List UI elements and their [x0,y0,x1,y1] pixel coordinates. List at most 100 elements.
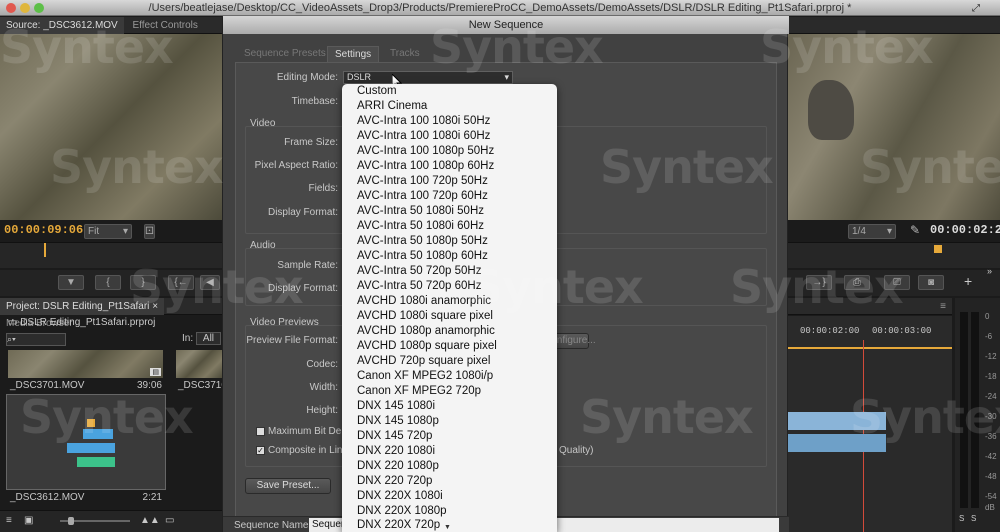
lift-button[interactable]: ⎙ [844,275,870,290]
dropdown-option[interactable]: DNX 145 1080p [357,414,439,429]
clip-type-icon: ▤ [150,368,161,376]
dropdown-option[interactable]: AVC-Intra 50 1080p 60Hz [357,249,488,264]
add-marker-button[interactable]: ▼ [58,275,84,290]
list-view-icon[interactable]: ≡ [6,515,12,526]
slider-handle[interactable] [68,517,74,525]
audio-clip[interactable] [788,434,886,452]
program-timecode[interactable]: 00:00:02:21 [930,223,1000,237]
more-icon[interactable]: » [987,266,992,276]
audio-display-format-label: Display Format: [267,283,338,294]
solo-button[interactable]: S [959,514,964,523]
codec-label: Codec: [306,359,338,370]
icon-view-icon[interactable]: ▣ [24,515,33,526]
max-bit-depth-checkbox[interactable] [256,427,265,436]
clip-item[interactable]: _DSC3612.MOV 2:21 [10,492,162,503]
dropdown-option[interactable]: AVC-Intra 100 1080p 60Hz [357,159,494,174]
clip-thumbnail[interactable] [176,350,222,378]
resolution-dropdown[interactable]: 1/4 ▾ [848,224,896,239]
scroll-down-icon[interactable]: ▼ [444,524,451,531]
tab-tracks[interactable]: Tracks [383,46,427,62]
bin-icon[interactable]: ▭ [165,515,174,526]
playhead[interactable] [934,245,942,253]
close-icon[interactable]: × [152,301,158,312]
dropdown-option[interactable]: AVCHD 1080p anamorphic [357,324,495,339]
sequence-thumbnail[interactable] [6,394,166,490]
dropdown-option[interactable]: AVCHD 1080i anamorphic [357,294,491,309]
fit-dropdown[interactable]: Fit ▾ [84,224,132,239]
in-filter-dropdown[interactable]: All [195,332,222,345]
source-scrubber[interactable] [0,242,222,268]
dropdown-option[interactable]: AVC-Intra 100 720p 50Hz [357,174,488,189]
dropdown-option[interactable]: AVC-Intra 50 720p 50Hz [357,264,481,279]
source-transport-bar: ▼ { } {← ◀ [0,270,222,296]
source-timecode[interactable]: 00:00:09:06 [4,223,83,237]
tab-effect-controls[interactable]: Effect Controls [127,17,204,34]
work-area-bar[interactable] [788,347,952,349]
dropdown-option[interactable]: DNX 145 1080i [357,399,435,414]
dropdown-option[interactable]: AVC-Intra 100 1080i 50Hz [357,114,490,129]
clip-item[interactable]: _DSC3701.MOV 39:06 [10,380,162,391]
playhead[interactable] [44,243,46,257]
minimize-window-button[interactable] [20,3,30,13]
camera-icon[interactable]: ◙ [918,275,944,290]
dropdown-option[interactable]: Custom [357,84,397,99]
dropdown-option[interactable]: AVC-Intra 100 1080i 60Hz [357,129,490,144]
dropdown-option[interactable]: AVC-Intra 100 1080p 50Hz [357,144,494,159]
clip-item[interactable]: _DSC3710 [178,380,227,391]
source-panel-header: Source: _DSC3612.MOV Effect Controls [0,17,222,34]
dropdown-option[interactable]: DNX 220X 720p [357,518,440,532]
video-clip[interactable] [788,412,886,430]
width-label: Width: [309,382,338,393]
dropdown-option[interactable]: AVC-Intra 50 1080i 60Hz [357,219,484,234]
zoom-slider[interactable] [60,517,130,525]
wrench-icon[interactable]: ✎ [910,223,920,237]
dropdown-option[interactable]: DNX 220X 1080p [357,504,447,519]
tab-settings[interactable]: Settings [327,46,380,62]
go-to-out-button[interactable]: →} [806,275,832,290]
go-to-in-button[interactable]: {← [168,275,194,290]
dropdown-option[interactable]: AVC-Intra 50 1080p 50Hz [357,234,488,249]
project-panel-header: Project: DSLR Editing_Pt1Safari × Media … [0,298,222,329]
solo-button[interactable]: S [971,514,976,523]
dropdown-option[interactable]: AVC-Intra 50 720p 60Hz [357,279,481,294]
settings-icon[interactable]: ⚀ [144,224,155,239]
fullscreen-icon[interactable]: ⤢ [972,1,980,17]
extract-button[interactable]: ⎚ [884,275,910,290]
dropdown-option[interactable]: AVCHD 720p square pixel [357,354,490,369]
mark-out-button[interactable]: } [130,275,156,290]
add-button[interactable]: + [964,273,972,289]
sort-icon[interactable]: ▲▲ [140,515,160,526]
composite-linear-checkbox[interactable]: ✓ [256,446,265,455]
save-preset-button[interactable]: Save Preset... [245,478,331,494]
mark-in-button[interactable]: { [95,275,121,290]
dropdown-option[interactable]: AVC-Intra 50 1080i 50Hz [357,204,484,219]
tab-project[interactable]: Project: DSLR Editing_Pt1Safari × [0,298,165,315]
dropdown-option[interactable]: DNX 145 720p [357,429,432,444]
dropdown-option[interactable]: ARRI Cinema [357,99,427,114]
dropdown-option[interactable]: DNX 220 1080p [357,459,439,474]
dropdown-option[interactable]: Canon XF MPEG2 720p [357,384,481,399]
close-window-button[interactable] [6,3,16,13]
search-input[interactable]: ⌕▾ [6,333,66,346]
step-back-button[interactable]: ◀ [200,275,220,290]
dropdown-option[interactable]: Canon XF MPEG2 1080i/p [357,369,493,384]
audio-meter: 0 -6 -12 -18 -24 -30 -36 -42 -48 -54 dB … [955,298,1000,532]
dropdown-option[interactable]: AVCHD 1080p square pixel [357,339,497,354]
dropdown-option[interactable]: AVC-Intra 100 720p 60Hz [357,189,488,204]
dropdown-option[interactable]: DNX 220X 1080i [357,489,443,504]
program-transport-bar: →} ⎙ ⎚ ◙ + » [788,266,1000,296]
timeline-panel-header: ≡ [788,298,952,315]
dropdown-option[interactable]: AVCHD 1080i square pixel [357,309,493,324]
zoom-window-button[interactable] [34,3,44,13]
tab-sequence-presets[interactable]: Sequence Presets [237,46,333,62]
clip-thumbnail[interactable]: ▤ [8,350,163,378]
editing-mode-select[interactable]: DSLR ▾ [343,71,513,84]
panel-menu-icon[interactable]: ≡ [940,298,946,315]
dropdown-option[interactable]: DNX 220 720p [357,474,432,489]
tab-source[interactable]: Source: _DSC3612.MOV [0,17,124,34]
dropdown-option[interactable]: DNX 220 1080i [357,444,435,459]
timebase-label: Timebase: [291,96,338,107]
source-video-frame [0,34,222,220]
window-title: /Users/beatlejase/Desktop/CC_VideoAssets… [148,2,852,14]
program-scrubber[interactable] [788,242,1000,268]
